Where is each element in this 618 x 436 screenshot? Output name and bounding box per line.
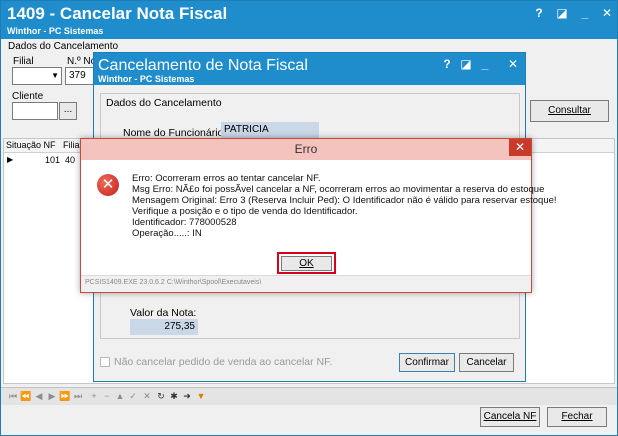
nonota-field[interactable]: 379 [65, 67, 95, 85]
grid-header-situacao[interactable]: Situação NF [6, 140, 56, 150]
consultar-button[interactable]: Consultar [530, 100, 609, 122]
edit-record-icon[interactable]: ▲ [114, 390, 126, 402]
cliente-search-button[interactable]: ... [59, 102, 77, 120]
filial-select[interactable]: ▼ [12, 67, 62, 85]
error-icon: ✕ [97, 174, 119, 196]
cancelamento-titlebar: Cancelamento de Nota Fiscal Winthor - PC… [94, 53, 525, 85]
row-situacao-cell: 101 [45, 155, 61, 165]
last-record-icon[interactable]: ⏭ [72, 390, 84, 402]
edit-icon[interactable]: ◪ [458, 56, 474, 72]
error-message-line: Identificador: 778000528 [132, 217, 237, 228]
minimize-icon[interactable]: _ [577, 5, 593, 21]
minimize-icon[interactable]: _ [477, 56, 493, 72]
confirmar-button[interactable]: Confirmar [399, 353, 455, 372]
edit-icon[interactable]: ◪ [554, 5, 570, 21]
cancelamento-subtitle: Winthor - PC Sistemas [98, 74, 195, 84]
close-icon[interactable]: ✕ [509, 139, 531, 156]
error-message-line: Erro: Ocorreram erros ao tentar cancelar… [132, 173, 321, 184]
prev-record-icon[interactable]: ◀ [33, 390, 45, 402]
add-record-icon[interactable]: + [88, 390, 100, 402]
main-subtitle: Winthor - PC Sistemas [7, 26, 104, 36]
cancelamento-title: Cancelamento de Nota Fiscal [98, 57, 308, 74]
funcionario-field: PATRICIA [221, 122, 319, 138]
error-message-line: Mensagem Original: Erro 3 (Reserva Inclu… [132, 195, 557, 206]
row-pointer-icon: ▶ [7, 155, 14, 164]
nonota-label: N.º No [67, 56, 97, 67]
refresh-icon[interactable]: ↻ [155, 390, 167, 402]
bookmark-icon[interactable]: ✱ [168, 390, 180, 402]
filter-icon[interactable]: ▼ [195, 390, 207, 402]
chevron-down-icon: ▼ [51, 71, 59, 80]
error-message-line: Msg Erro: NÃ£o foi possÃ­vel cancelar a … [132, 184, 545, 195]
cancela-nf-button[interactable]: Cancela NF [480, 407, 540, 427]
fechar-button[interactable]: Fechar [547, 407, 607, 427]
error-footer: PCSIS1409.EXE 23.0.6.2 C:\Winthor\Spool\… [81, 275, 531, 292]
cancelar-button[interactable]: Cancelar [459, 353, 514, 372]
error-titlebar: Erro ✕ [81, 139, 531, 160]
cliente-label: Cliente [12, 91, 44, 102]
help-icon[interactable]: ? [439, 56, 455, 72]
goto-bookmark-icon[interactable]: ➜ [181, 390, 193, 402]
error-dialog: Erro ✕ ✕ Erro: Ocorreram erros ao tentar… [80, 138, 557, 293]
row-filial-cell: 40 [65, 155, 76, 165]
section-label: Dados do Cancelamento [8, 41, 119, 52]
valor-field: 275,35 [130, 319, 198, 335]
help-icon[interactable]: ? [531, 5, 547, 21]
error-title: Erro [294, 142, 318, 156]
cliente-field[interactable] [12, 102, 58, 120]
ok-button[interactable]: OK [281, 256, 332, 271]
grid-header-filial[interactable]: Filial [63, 140, 82, 150]
post-record-icon[interactable]: ✓ [127, 390, 139, 402]
close-icon[interactable]: ✕ [599, 5, 615, 21]
navigator-bar: ⏮ ⏪ ◀ ▶ ⏩ ⏭ + − ▲ ✓ ✕ ↻ ✱ ➜ ▼ [1, 387, 617, 405]
filial-label: Filial [13, 56, 34, 67]
first-record-icon[interactable]: ⏮ [7, 390, 19, 402]
main-title: 1409 - Cancelar Nota Fiscal [7, 4, 228, 23]
error-message-line: Verifique a posição e o tipo de venda do… [132, 206, 358, 217]
valor-label: Valor da Nota: [130, 307, 197, 319]
nao-cancelar-checkbox[interactable] [100, 357, 110, 367]
delete-record-icon[interactable]: − [101, 390, 113, 402]
group-label: Dados do Cancelamento [104, 97, 224, 109]
next-record-icon[interactable]: ▶ [46, 390, 58, 402]
close-icon[interactable]: ✕ [505, 56, 521, 72]
cancel-record-icon[interactable]: ✕ [141, 390, 153, 402]
main-titlebar: 1409 - Cancelar Nota Fiscal Winthor - PC… [1, 1, 617, 39]
next-page-icon[interactable]: ⏩ [59, 390, 71, 402]
prev-page-icon[interactable]: ⏪ [20, 390, 32, 402]
nao-cancelar-label: Não cancelar pedido de venda ao cancelar… [114, 356, 333, 368]
error-footer-path: PCSIS1409.EXE 23.0.6.2 C:\Winthor\Spool\… [85, 279, 262, 286]
error-message-line: Operação.....: IN [132, 228, 202, 239]
